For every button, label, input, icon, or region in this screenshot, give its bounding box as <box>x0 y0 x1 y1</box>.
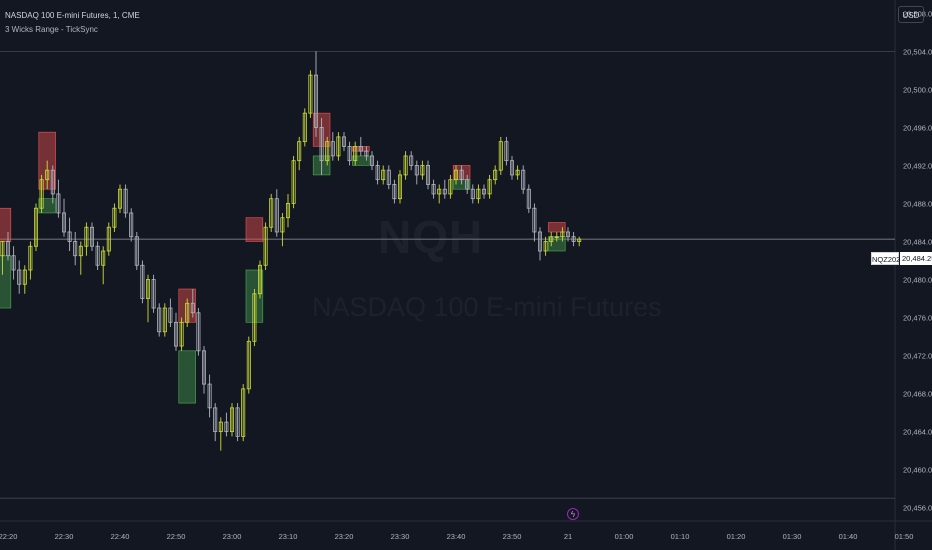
x-tick-label: 22:30 <box>55 532 74 541</box>
x-tick-label: 21 <box>564 532 572 541</box>
x-tick-label: 23:10 <box>279 532 298 541</box>
y-tick-label: 20,496.00 <box>903 123 932 132</box>
bear-wick-range-box <box>0 207 12 242</box>
bear-wick-range-box <box>245 217 264 242</box>
x-tick-label: 01:10 <box>671 532 690 541</box>
y-tick-label: 20,488.00 <box>903 199 932 208</box>
chart-legend-title[interactable]: NASDAQ 100 E-mini Futures, 1, CME <box>5 11 140 20</box>
y-tick-label: 20,456.00 <box>903 504 932 513</box>
y-tick-label: 20,468.00 <box>903 390 932 399</box>
x-tick-label: 22:20 <box>0 532 17 541</box>
y-tick-label: 20,472.00 <box>903 352 932 361</box>
candlestick-chart[interactable]: 20,508.0020,504.0020,500.0020,496.0020,4… <box>0 0 932 550</box>
y-tick-label: 20,504.00 <box>903 47 932 56</box>
x-tick-label: 22:40 <box>111 532 130 541</box>
x-tick-label: 23:50 <box>503 532 522 541</box>
x-tick-label: 22:50 <box>167 532 186 541</box>
x-tick-label: 01:40 <box>839 532 858 541</box>
indicator-legend[interactable]: 3 Wicks Range - TickSync <box>5 25 98 34</box>
chart-window: 20,508.0020,504.0020,500.0020,496.0020,4… <box>0 0 932 550</box>
y-tick-label: 20,492.00 <box>903 161 932 170</box>
y-tick-label: 20,480.00 <box>903 276 932 285</box>
y-tick-label: 20,484.00 <box>903 237 932 246</box>
currency-button[interactable]: USD <box>898 6 924 23</box>
x-tick-label: 23:40 <box>447 532 466 541</box>
bull-wick-range-box <box>0 255 12 309</box>
last-price-symbol-tag: NQZ2024 <box>871 252 905 265</box>
x-tick-label: 01:50 <box>895 532 914 541</box>
x-tick-label: 01:00 <box>615 532 634 541</box>
y-tick-label: 20,500.00 <box>903 85 932 94</box>
x-tick-label: 01:20 <box>727 532 746 541</box>
x-tick-label: 23:30 <box>391 532 410 541</box>
x-tick-label: 23:20 <box>335 532 354 541</box>
y-tick-label: 20,460.00 <box>903 466 932 475</box>
y-tick-label: 20,464.00 <box>903 428 932 437</box>
y-tick-label: 20,476.00 <box>903 314 932 323</box>
x-tick-label: 23:00 <box>223 532 242 541</box>
candle-body <box>554 236 559 238</box>
flash-icon[interactable]: ϟ <box>567 508 579 520</box>
last-price-tag: 20,484.25 <box>900 252 932 265</box>
x-tick-label: 01:30 <box>783 532 802 541</box>
bull-wick-range-box <box>178 350 196 404</box>
